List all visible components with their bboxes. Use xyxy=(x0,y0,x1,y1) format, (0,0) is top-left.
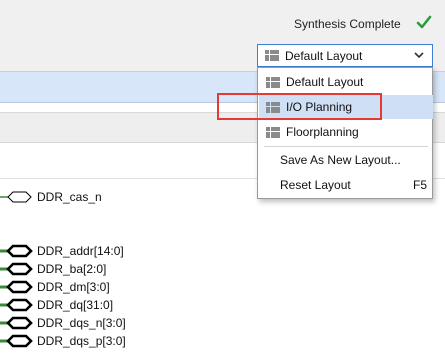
layout-dropdown-value: Default Layout xyxy=(285,48,363,63)
menu-item-default-layout[interactable]: Default Layout xyxy=(259,70,433,94)
menu-item-label: Default Layout xyxy=(286,75,364,89)
port-label: DDR_dqs_p[3:0] xyxy=(37,333,126,348)
menu-item-reset-layout[interactable]: Reset Layout F5 xyxy=(259,173,433,197)
layout-dropdown[interactable]: Default Layout xyxy=(257,44,433,67)
port-label: DDR_dqs_n[3:0] xyxy=(37,315,126,330)
checkmark-icon xyxy=(416,15,432,29)
menu-item-label: Save As New Layout... xyxy=(280,153,401,167)
toolbar: Synthesis Complete Default Layout xyxy=(0,0,445,72)
port-label: DDR_dq[31:0] xyxy=(37,297,114,312)
menu-item-floorplanning[interactable]: Floorplanning xyxy=(259,120,433,144)
bus-port-icon xyxy=(0,334,33,347)
bus-port-icon xyxy=(0,316,33,329)
layout-grid-icon xyxy=(265,50,279,61)
bus-port-icon xyxy=(0,280,33,293)
port-label: DDR_dm[3:0] xyxy=(37,279,110,294)
layout-grid-icon xyxy=(266,76,280,88)
bus-port-icon xyxy=(0,298,33,311)
menu-item-label: Reset Layout xyxy=(280,178,351,192)
annotation-highlight-box xyxy=(217,93,382,120)
layout-menu: Default Layout I/O Planning Floorplannin… xyxy=(257,67,433,199)
menu-item-save-as-new-layout[interactable]: Save As New Layout... xyxy=(259,148,433,172)
output-port-icon xyxy=(0,191,32,202)
port-label: DDR_ba[2:0] xyxy=(37,261,107,276)
bus-port-icon xyxy=(0,244,33,257)
bus-port-icon xyxy=(0,262,33,275)
menu-item-label: Floorplanning xyxy=(286,125,359,139)
port-label: DDR_cas_n xyxy=(37,189,102,204)
layout-grid-icon xyxy=(266,126,280,138)
menu-separator xyxy=(264,146,428,147)
port-label: DDR_addr[14:0] xyxy=(37,243,124,258)
menu-item-shortcut: F5 xyxy=(412,178,427,192)
synthesis-status-text: Synthesis Complete xyxy=(294,17,401,31)
chevron-down-icon xyxy=(414,52,424,59)
